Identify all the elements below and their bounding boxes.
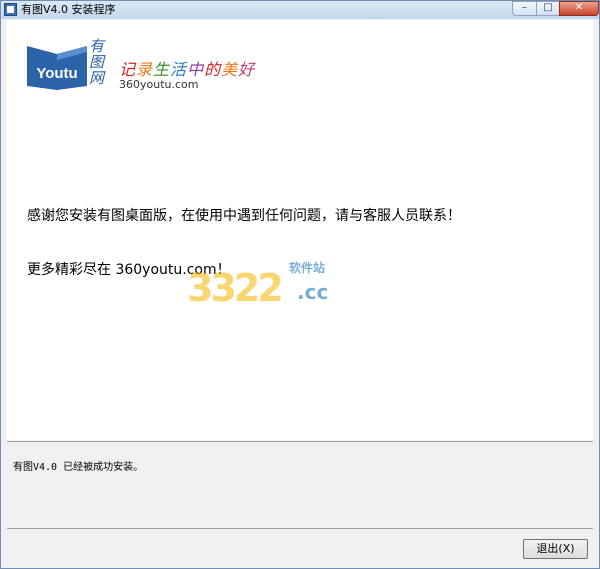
slogan-char: 记 [119,60,137,79]
slogan-char: 美 [221,60,239,79]
logo-domain: 360youtu.com [119,78,199,91]
slogan-char: 好 [238,60,256,79]
slogan-char: 中 [187,60,205,79]
watermark: 3322 软件站 .cc [187,256,337,312]
content-panel: Youtu 有图网 记录生活中的美好 360youtu.com 感谢您安装有图桌… [7,20,593,440]
minimize-button[interactable]: – [512,1,537,16]
slogan-char: 的 [204,60,222,79]
divider [7,441,593,442]
close-button[interactable]: ✕ [559,1,599,16]
window-title: 有图V4.0 安装程序 [21,3,116,16]
youtu-logo-icon: Youtu [27,46,87,90]
installer-window: 有图V4.0 安装程序 – □ ✕ Youtu 有图网 记录生活中的美好 360… [0,0,600,569]
slogan-char: 生 [153,60,171,79]
watermark-number: 3322 [187,266,284,310]
watermark-suffix: .cc [297,280,329,304]
slogan-char: 录 [136,60,154,79]
divider [7,528,593,529]
logo-brand-en: Youtu [36,65,77,82]
exit-button[interactable]: 退出(X) [523,539,588,559]
slogan: 记录生活中的美好 [119,56,255,80]
thanks-message: 感谢您安装有图桌面版，在使用中遇到任何问题，请与客服人员联系！ [27,208,461,224]
app-icon [4,3,17,16]
maximize-button[interactable]: □ [536,1,560,16]
logo-brand-cn: 有图网 [89,37,105,87]
slogan-char: 活 [170,60,188,79]
title-bar[interactable]: 有图V4.0 安装程序 – □ ✕ [1,1,599,19]
status-text: 有图V4.0 已经被成功安装。 [13,462,144,473]
watermark-label: 软件站 [289,261,326,275]
